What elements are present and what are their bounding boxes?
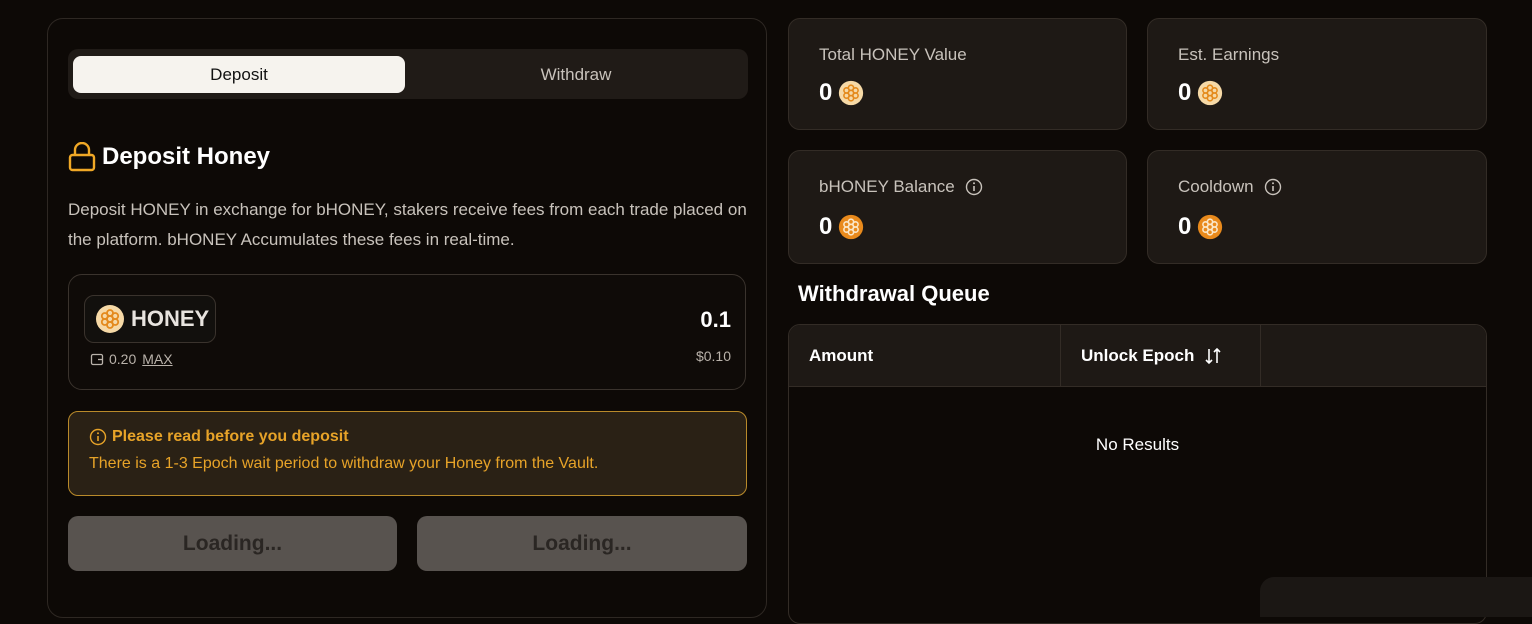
stat-value: 0 xyxy=(819,213,864,241)
wallet-icon xyxy=(90,353,104,366)
stat-number: 0 xyxy=(819,79,833,106)
bhoney-coin-icon xyxy=(1198,214,1223,240)
stat-value: 0 xyxy=(1178,79,1223,107)
stat-value: 0 xyxy=(819,79,864,107)
withdrawal-queue-title: Withdrawal Queue xyxy=(798,281,990,306)
deposit-title-row: Deposit Honey xyxy=(68,142,270,172)
balance-row: 0.20 MAX xyxy=(90,351,173,367)
honey-coin-icon xyxy=(1198,80,1223,106)
info-icon[interactable] xyxy=(1264,178,1282,196)
usd-value: $0.10 xyxy=(695,348,731,364)
balance-value: 0.20 xyxy=(109,351,137,367)
stat-label: bHONEY Balance xyxy=(819,177,955,196)
amount-input[interactable]: 0.1 xyxy=(700,307,731,333)
stat-bhoney-balance: bHONEY Balance 0 xyxy=(788,150,1127,264)
stat-total-value: Total HONEY Value 0 xyxy=(788,18,1127,130)
stat-value: 0 xyxy=(1178,213,1223,241)
floating-panel-edge xyxy=(1260,577,1532,617)
max-button[interactable]: MAX xyxy=(142,351,172,367)
page-title: Deposit Honey xyxy=(102,143,271,170)
deposit-notice: Please read before you deposit There is … xyxy=(68,411,747,496)
column-label: Unlock Epoch xyxy=(1081,345,1195,365)
deposit-panel: Deposit Withdraw Deposit Honey Deposit H… xyxy=(47,18,767,618)
info-icon[interactable] xyxy=(965,178,983,196)
deposit-amount-box: HONEY 0.1 0.20 MAX $0.10 xyxy=(68,274,746,390)
stat-cooldown: Cooldown 0 xyxy=(1147,150,1487,264)
notice-title-row: Please read before you deposit xyxy=(89,428,349,446)
table-header: Amount Unlock Epoch xyxy=(789,325,1486,387)
approve-button[interactable]: Loading... xyxy=(68,516,397,571)
stat-earnings: Est. Earnings 0 xyxy=(1147,18,1487,130)
deposit-withdraw-tabs: Deposit Withdraw xyxy=(68,49,748,99)
stat-label-row: bHONEY Balance xyxy=(819,177,983,197)
honey-coin-icon xyxy=(96,305,124,333)
sort-icon[interactable] xyxy=(1204,347,1222,365)
token-name: HONEY xyxy=(131,306,210,331)
empty-state: No Results xyxy=(1095,435,1180,454)
notice-text: There is a 1-3 Epoch wait period to with… xyxy=(89,455,599,472)
honey-coin-icon xyxy=(839,80,864,106)
lock-icon xyxy=(68,142,96,172)
stat-label: Est. Earnings xyxy=(1178,45,1280,64)
stat-number: 0 xyxy=(1178,79,1192,106)
bhoney-coin-icon xyxy=(839,214,864,240)
column-amount: Amount xyxy=(789,325,1061,386)
deposit-description: Deposit HONEY in exchange for bHONEY, st… xyxy=(68,200,747,249)
stat-number: 0 xyxy=(819,213,833,240)
tab-withdraw[interactable]: Withdraw xyxy=(410,56,742,93)
stat-label-row: Cooldown xyxy=(1178,177,1282,197)
tab-deposit[interactable]: Deposit xyxy=(73,56,405,93)
deposit-button[interactable]: Loading... xyxy=(417,516,747,571)
info-icon xyxy=(89,428,107,446)
stat-number: 0 xyxy=(1178,213,1192,240)
column-unlock-epoch[interactable]: Unlock Epoch xyxy=(1061,325,1261,386)
notice-title: Please read before you deposit xyxy=(112,428,349,445)
stat-label: Cooldown xyxy=(1178,177,1254,196)
stat-label: Total HONEY Value xyxy=(819,45,967,64)
token-selector[interactable]: HONEY xyxy=(84,295,216,343)
